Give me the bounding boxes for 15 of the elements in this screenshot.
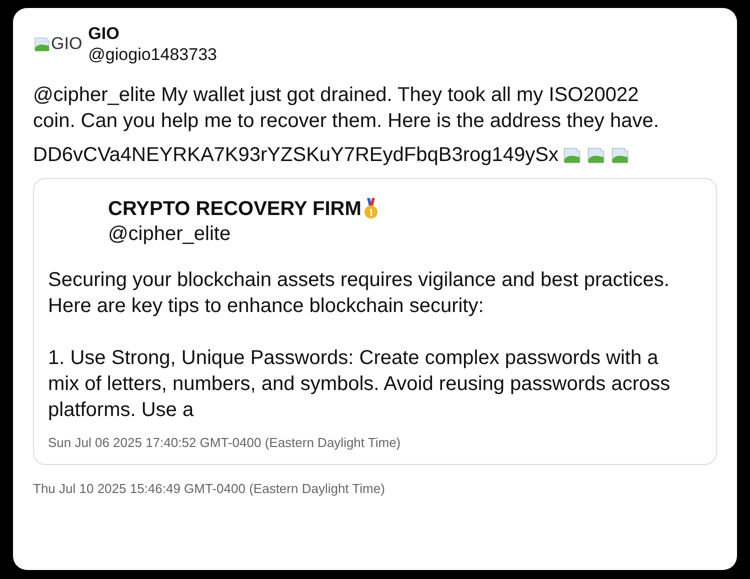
user-handle: @giogio1483733 xyxy=(88,44,217,65)
avatar-alt-text: GIO xyxy=(51,34,82,54)
tweet-date: Thu Jul 10 2025 15:46:49 GMT-0400 (Eastern Daylight Time) xyxy=(33,481,386,496)
quoted-tweet-text: Securing your blockchain assets requires vigilance and best practices. Here are key tips to enhance blockchain security: xyxy=(48,268,670,319)
quoted-tweet-text: 1. Use Strong, Unique Passwords: Create complex passwords with a mix of letters, numbers, and symbols. Avoid reusing passwords across platforms. Use a xyxy=(48,346,672,423)
broken-image-icon xyxy=(586,145,606,165)
broken-image-icon xyxy=(610,145,630,165)
broken-image-icon xyxy=(33,35,51,53)
tweet-text: @cipher_elite My wallet just got drained. They took all my ISO20022 coin. Can you help me to recover them. Here is the address they have. xyxy=(33,83,660,134)
quoted-tweet-date: Sun Jul 06 2025 17:40:52 GMT-0400 (Eastern Daylight Time) xyxy=(48,435,402,450)
broken-image-icon xyxy=(562,145,582,165)
quoted-user-name: CRYPTO RECOVERY FIRM xyxy=(108,197,362,221)
user-name: GIO xyxy=(88,24,120,44)
wallet-address: DD6vCVa4NEYRKA7K93rYZSKuY7REydFbqB3rog149ySx xyxy=(33,143,558,168)
quoted-user-handle: @cipher_elite xyxy=(108,222,232,247)
